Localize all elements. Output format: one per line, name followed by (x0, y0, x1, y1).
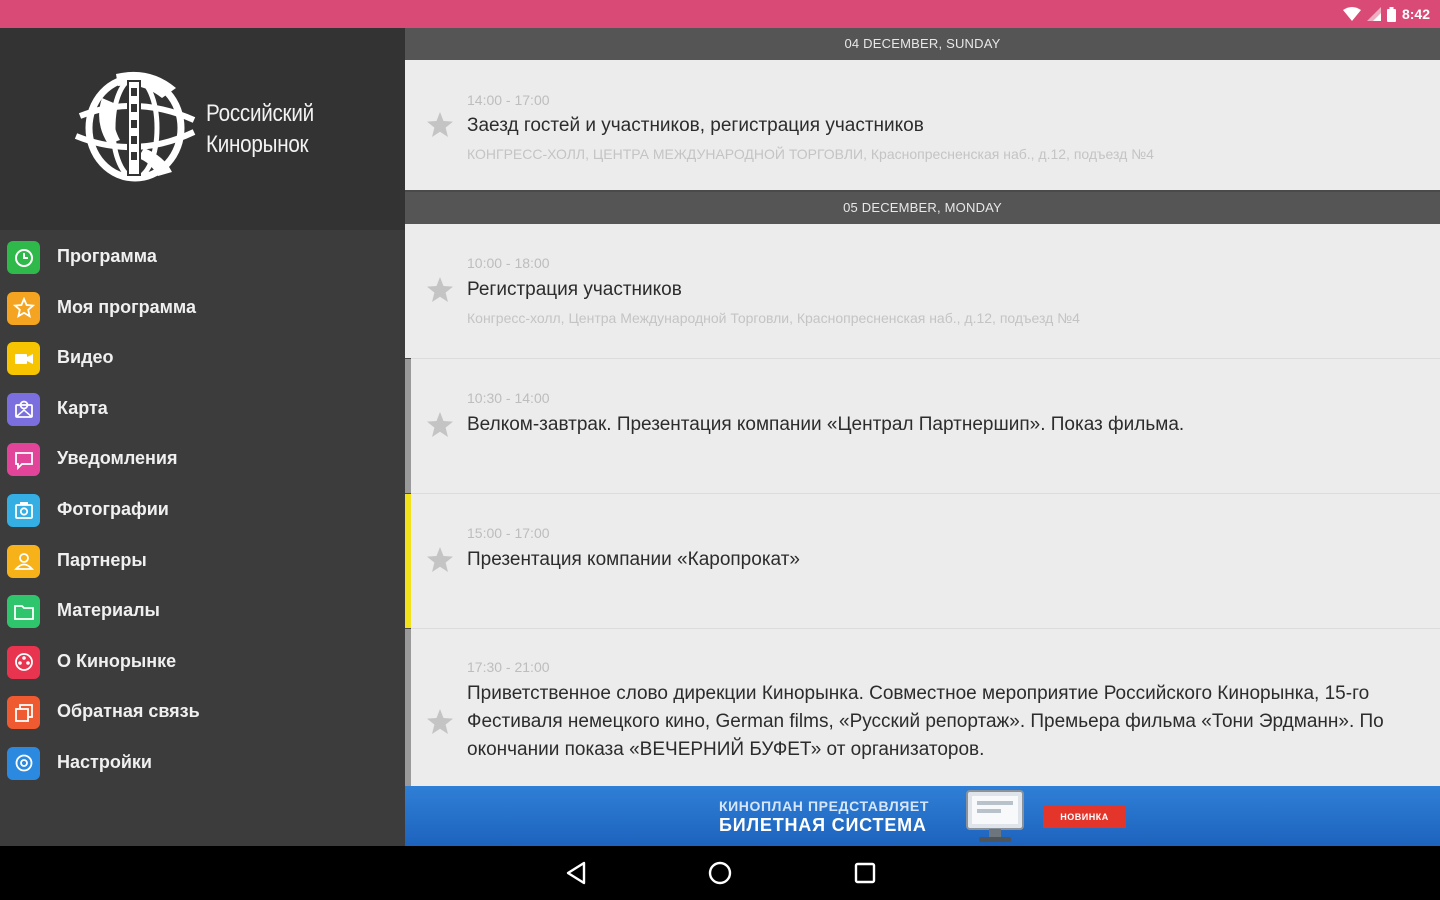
schedule-list[interactable]: 04 DECEMBER, SUNDAY 14:00 - 17:00 Заезд … (405, 28, 1440, 786)
status-time: 8:42 (1401, 6, 1430, 22)
menu-item-partners[interactable]: Партнеры (0, 536, 405, 587)
clock-icon (7, 241, 40, 274)
star-icon (7, 291, 40, 325)
favorite-star-icon[interactable] (425, 410, 455, 440)
menu-item-feedback[interactable]: Обратная связь (0, 687, 405, 738)
menu-item-map[interactable]: Карта (0, 384, 405, 435)
navigation-drawer: Российский Кинорынок Программа Моя прогр… (0, 28, 405, 846)
new-badge: НОВИНКА (1043, 806, 1126, 828)
menu-item-video[interactable]: Видео (0, 333, 405, 384)
logo-line-2: Кинорынок (206, 131, 309, 158)
day-header: 05 DECEMBER, MONDAY (405, 192, 1440, 224)
event-accent-bar (405, 494, 411, 628)
menu-item-about[interactable]: О Кинорынке (0, 637, 405, 688)
menu-item-photos[interactable]: Фотографии (0, 485, 405, 536)
banner-subtitle: КИНОПЛАН ПРЕДСТАВЛЯЕТ (719, 798, 929, 814)
recents-icon[interactable] (850, 858, 880, 888)
globe-logo-icon (74, 71, 196, 182)
system-nav-bar (0, 846, 1440, 900)
event-title: Велком-завтрак. Презентация компании «Це… (467, 414, 1185, 435)
menu-item-materials[interactable]: Материалы (0, 586, 405, 637)
drawer-menu: Программа Моя программа Видео Карта Увед… (0, 232, 405, 789)
map-icon (7, 392, 40, 426)
battery-icon (1386, 6, 1396, 22)
event-card[interactable]: 14:00 - 17:00 Заезд гостей и участников,… (405, 60, 1440, 190)
menu-label: Уведомления (57, 448, 178, 469)
menu-label: Фотографии (57, 498, 169, 519)
folder-icon (7, 595, 40, 629)
chat-bubble-icon (7, 443, 40, 477)
logo-header: Российский Кинорынок (0, 28, 405, 230)
event-location: Конгресс-холл, Центра Международной Торг… (467, 310, 1080, 326)
event-time: 10:00 - 18:00 (467, 255, 550, 271)
gear-icon (7, 746, 40, 780)
video-camera-icon (7, 342, 40, 376)
favorite-star-icon[interactable] (425, 110, 455, 140)
favorite-star-icon[interactable] (425, 545, 455, 575)
menu-label: Карта (57, 397, 108, 418)
event-accent-bar (405, 359, 411, 493)
status-bar: 8:42 (0, 0, 1440, 28)
event-card[interactable]: 10:30 - 14:00 Велком-завтрак. Презентаци… (405, 359, 1440, 493)
menu-label: Партнеры (57, 549, 147, 570)
home-icon[interactable] (705, 858, 735, 888)
status-icons: 8:42 (1342, 5, 1430, 23)
event-card[interactable]: 10:00 - 18:00 Регистрация участников Кон… (405, 224, 1440, 358)
film-reel-icon (7, 645, 40, 679)
menu-item-program[interactable]: Программа (0, 232, 405, 283)
feedback-icon (7, 696, 40, 730)
event-accent-bar (405, 629, 411, 786)
event-location: КОНГРЕСС-ХОЛЛ, ЦЕНТРА МЕЖДУНАРОДНОЙ ТОРГ… (467, 146, 1154, 162)
event-time: 17:30 - 21:00 (467, 659, 550, 675)
menu-item-settings[interactable]: Настройки (0, 738, 405, 789)
event-title: Регистрация участников (467, 279, 682, 300)
menu-label: Материалы (57, 600, 160, 621)
menu-label: Видео (57, 347, 114, 368)
event-time: 15:00 - 17:00 (467, 525, 550, 541)
back-icon[interactable] (561, 858, 591, 888)
logo-line-1: Российский (206, 100, 314, 127)
ad-banner[interactable]: КИНОПЛАН ПРЕДСТАВЛЯЕТ БИЛЕТНАЯ СИСТЕМА Н… (405, 786, 1440, 846)
favorite-star-icon[interactable] (425, 707, 455, 737)
person-icon (7, 544, 40, 578)
photo-camera-icon (7, 493, 40, 527)
wifi-icon (1342, 7, 1361, 21)
event-title: Приветственное слово дирекции Кинорынка.… (467, 683, 1384, 760)
event-card[interactable]: 15:00 - 17:00 Презентация компании «Каро… (405, 494, 1440, 628)
event-accent-bar (405, 224, 411, 358)
event-time: 14:00 - 17:00 (467, 92, 550, 108)
favorite-star-icon[interactable] (425, 275, 455, 305)
event-card[interactable]: 17:30 - 21:00 Приветственное слово дирек… (405, 629, 1440, 786)
event-title: Презентация компании «Каропрокат» (467, 549, 800, 570)
logo-title: Российский Кинорынок (206, 98, 314, 160)
event-time: 10:30 - 14:00 (467, 390, 550, 406)
monitor-icon (966, 790, 1024, 842)
event-title: Заезд гостей и участников, регистрация у… (467, 115, 924, 136)
signal-icon (1366, 7, 1381, 21)
menu-label: Программа (57, 246, 157, 266)
menu-label: Моя программа (57, 296, 197, 317)
event-accent-bar (405, 60, 411, 190)
banner-title: БИЛЕТНАЯ СИСТЕМА (719, 815, 927, 835)
menu-label: Обратная связь (57, 701, 200, 722)
menu-label: Настройки (57, 751, 152, 772)
menu-item-my-program[interactable]: Моя программа (0, 283, 405, 334)
day-header: 04 DECEMBER, SUNDAY (405, 28, 1440, 60)
menu-item-notifications[interactable]: Уведомления (0, 434, 405, 485)
menu-label: О Кинорынке (57, 650, 177, 671)
